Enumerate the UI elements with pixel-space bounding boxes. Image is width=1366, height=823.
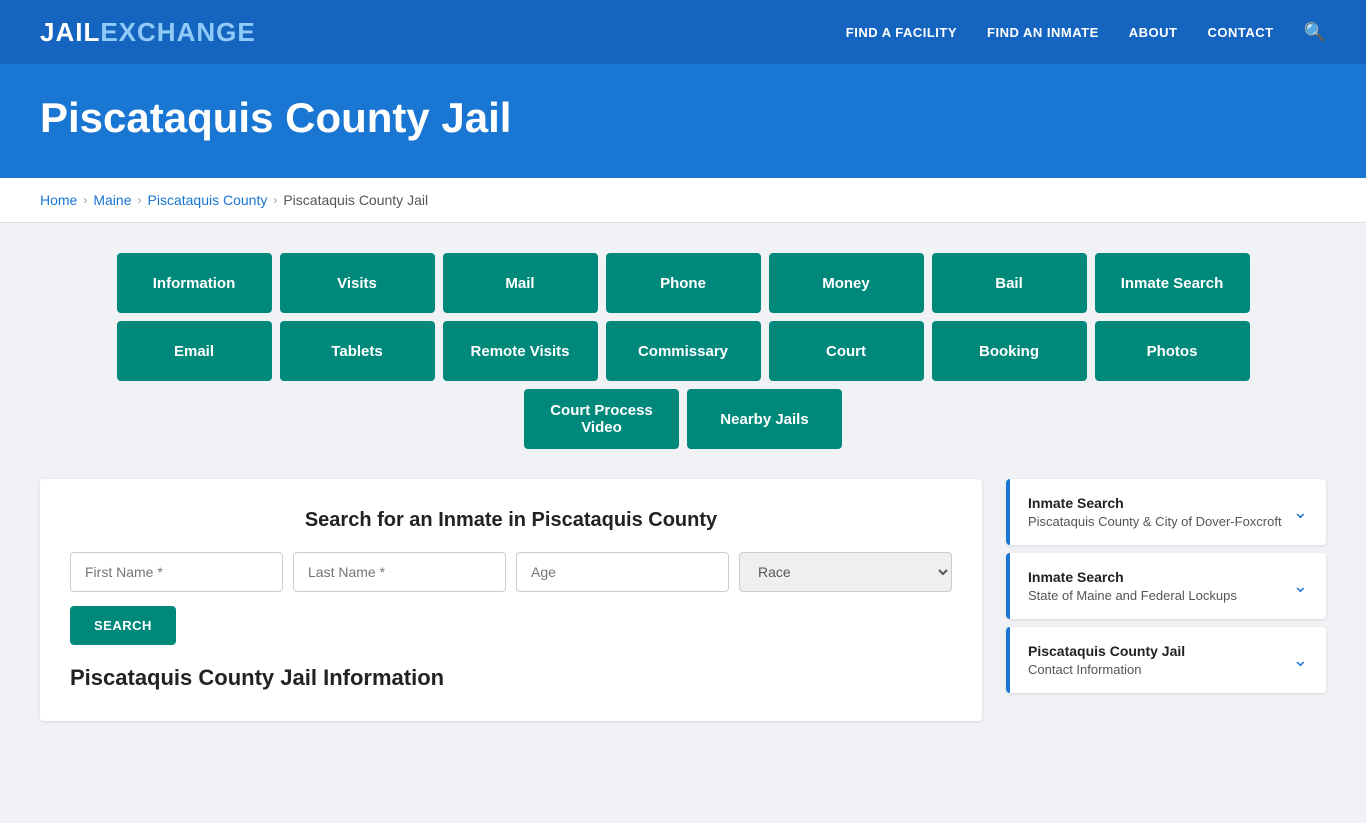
- first-name-input[interactable]: [70, 552, 283, 592]
- left-panel: Search for an Inmate in Piscataquis Coun…: [40, 479, 982, 721]
- sidebar-card-header-2[interactable]: Piscataquis County Jail Contact Informat…: [1006, 627, 1326, 693]
- btn-bail[interactable]: Bail: [932, 253, 1087, 313]
- age-input[interactable]: [516, 552, 729, 592]
- btn-email[interactable]: Email: [117, 321, 272, 381]
- button-row-1: Information Visits Mail Phone Money Bail…: [117, 253, 1250, 313]
- sidebar-main-title-1: Inmate Search: [1028, 569, 1237, 585]
- btn-nearby-jails[interactable]: Nearby Jails: [687, 389, 842, 449]
- button-row-2: Email Tablets Remote Visits Commissary C…: [117, 321, 1250, 381]
- sidebar-card-header-1[interactable]: Inmate Search State of Maine and Federal…: [1006, 553, 1326, 619]
- sidebar-card-0: Inmate Search Piscataquis County & City …: [1006, 479, 1326, 545]
- main-content: Information Visits Mail Phone Money Bail…: [0, 223, 1366, 823]
- search-icon-button[interactable]: 🔍: [1304, 22, 1326, 43]
- btn-information[interactable]: Information: [117, 253, 272, 313]
- breadcrumb-current: Piscataquis County Jail: [283, 192, 428, 208]
- sidebar-card-title-2: Piscataquis County Jail Contact Informat…: [1028, 643, 1185, 677]
- inmate-search-form: Search for an Inmate in Piscataquis Coun…: [70, 509, 952, 645]
- sidebar-sub-title-1: State of Maine and Federal Lockups: [1028, 588, 1237, 603]
- sidebar-sub-title-2: Contact Information: [1028, 662, 1141, 677]
- breadcrumb-home[interactable]: Home: [40, 192, 77, 208]
- sidebar-sub-title-0: Piscataquis County & City of Dover-Foxcr…: [1028, 514, 1282, 529]
- breadcrumb-bar: Home › Maine › Piscataquis County › Pisc…: [0, 178, 1366, 223]
- sidebar-card-2: Piscataquis County Jail Contact Informat…: [1006, 627, 1326, 693]
- sidebar-card-title-1: Inmate Search State of Maine and Federal…: [1028, 569, 1237, 603]
- logo-exchange: EXCHANGE: [100, 17, 255, 47]
- sidebar-card-title-0: Inmate Search Piscataquis County & City …: [1028, 495, 1282, 529]
- chevron-icon-2: ⌄: [1293, 650, 1308, 671]
- hero-section: Piscataquis County Jail: [0, 64, 1366, 178]
- btn-court-process-video[interactable]: Court Process Video: [524, 389, 679, 449]
- sidebar-card-1: Inmate Search State of Maine and Federal…: [1006, 553, 1326, 619]
- breadcrumb: Home › Maine › Piscataquis County › Pisc…: [40, 192, 1326, 208]
- breadcrumb-maine[interactable]: Maine: [93, 192, 131, 208]
- btn-tablets[interactable]: Tablets: [280, 321, 435, 381]
- breadcrumb-sep-1: ›: [83, 193, 87, 207]
- btn-remote-visits[interactable]: Remote Visits: [443, 321, 598, 381]
- btn-mail[interactable]: Mail: [443, 253, 598, 313]
- site-logo[interactable]: JAILEXCHANGE: [40, 17, 256, 48]
- chevron-icon-0: ⌄: [1293, 502, 1308, 523]
- category-button-grid: Information Visits Mail Phone Money Bail…: [40, 253, 1326, 449]
- sidebar-card-header-0[interactable]: Inmate Search Piscataquis County & City …: [1006, 479, 1326, 545]
- btn-booking[interactable]: Booking: [932, 321, 1087, 381]
- nav-about[interactable]: ABOUT: [1129, 25, 1178, 40]
- sidebar-main-title-0: Inmate Search: [1028, 495, 1282, 511]
- chevron-icon-1: ⌄: [1293, 576, 1308, 597]
- button-row-3: Court Process Video Nearby Jails: [524, 389, 842, 449]
- logo-jail: JAIL: [40, 17, 100, 47]
- sidebar-main-title-2: Piscataquis County Jail: [1028, 643, 1185, 659]
- breadcrumb-sep-3: ›: [273, 193, 277, 207]
- nav-contact[interactable]: CONTACT: [1207, 25, 1273, 40]
- btn-visits[interactable]: Visits: [280, 253, 435, 313]
- form-row-names: Race: [70, 552, 952, 592]
- race-select[interactable]: Race: [739, 552, 952, 592]
- search-form-title: Search for an Inmate in Piscataquis Coun…: [70, 509, 952, 532]
- nav-find-inmate[interactable]: FIND AN INMATE: [987, 25, 1099, 40]
- btn-commissary[interactable]: Commissary: [606, 321, 761, 381]
- jail-info-section-title: Piscataquis County Jail Information: [70, 665, 952, 691]
- btn-court[interactable]: Court: [769, 321, 924, 381]
- last-name-input[interactable]: [293, 552, 506, 592]
- search-button[interactable]: SEARCH: [70, 606, 176, 645]
- right-panel: Inmate Search Piscataquis County & City …: [1006, 479, 1326, 721]
- btn-phone[interactable]: Phone: [606, 253, 761, 313]
- main-nav: FIND A FACILITY FIND AN INMATE ABOUT CON…: [846, 22, 1326, 43]
- site-header: JAILEXCHANGE FIND A FACILITY FIND AN INM…: [0, 0, 1366, 64]
- breadcrumb-sep-2: ›: [138, 193, 142, 207]
- btn-inmate-search[interactable]: Inmate Search: [1095, 253, 1250, 313]
- page-title: Piscataquis County Jail: [40, 94, 1326, 142]
- btn-photos[interactable]: Photos: [1095, 321, 1250, 381]
- btn-money[interactable]: Money: [769, 253, 924, 313]
- nav-find-facility[interactable]: FIND A FACILITY: [846, 25, 957, 40]
- breadcrumb-county[interactable]: Piscataquis County: [148, 192, 268, 208]
- content-area: Search for an Inmate in Piscataquis Coun…: [40, 479, 1326, 721]
